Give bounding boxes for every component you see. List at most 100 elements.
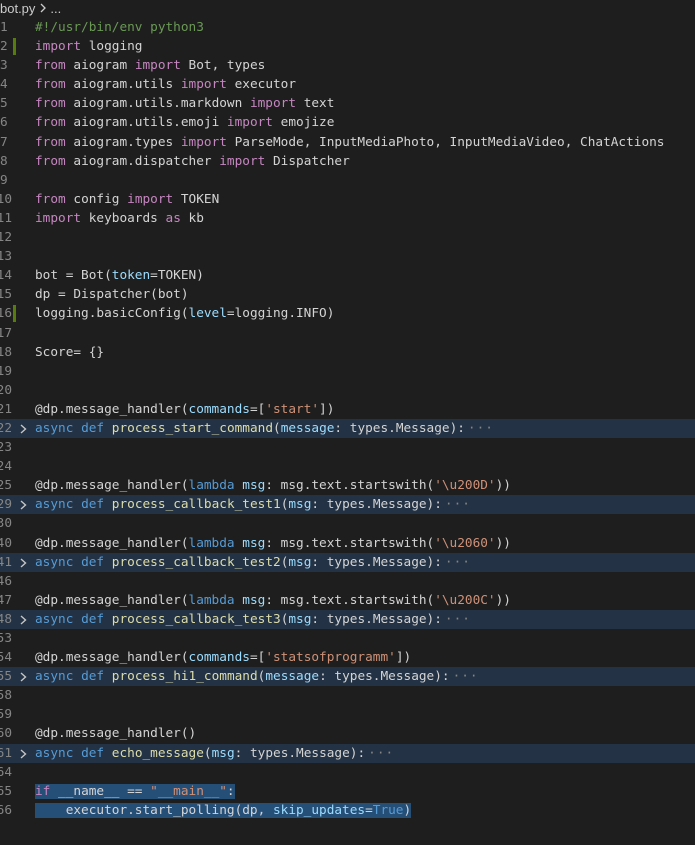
code-text[interactable]: async def process_callback_test1(msg: ty…	[35, 495, 471, 514]
code-line[interactable]: 48 async def process_callback_test3(msg: …	[0, 609, 695, 629]
code-line[interactable]: 60 @dp.message_handler()	[0, 724, 695, 743]
code-line[interactable]: 1 #!/usr/bin/env python3	[0, 18, 695, 37]
code-line[interactable]: 23	[0, 438, 695, 457]
chevron-right-icon[interactable]	[18, 553, 30, 572]
code-text[interactable]: @dp.message_handler(commands=['start'])	[35, 400, 334, 419]
code-line[interactable]: 8 from aiogram.dispatcher import Dispatch…	[0, 152, 695, 171]
code-token: async	[35, 554, 74, 570]
code-text[interactable]: @dp.message_handler(commands=['statsofpr…	[35, 648, 411, 667]
code-text[interactable]: from aiogram.utils import executor	[35, 75, 296, 94]
code-text[interactable]: from aiogram.types import ParseMode, Inp…	[35, 133, 664, 152]
code-text[interactable]: @dp.message_handler(lambda msg: msg.text…	[35, 591, 511, 610]
code-text[interactable]: @dp.message_handler(lambda msg: msg.text…	[35, 534, 511, 553]
code-text[interactable]: bot = Bot(token=TOKEN)	[35, 266, 204, 285]
code-text[interactable]: from config import TOKEN	[35, 190, 219, 209]
code-text[interactable]: from aiogram.dispatcher import Dispatche…	[35, 152, 350, 171]
folded-region-placeholder[interactable]: ···	[468, 421, 494, 436]
code-line[interactable]: 9	[0, 171, 695, 190]
code-line[interactable]: 21 @dp.message_handler(commands=['start']…	[0, 400, 695, 419]
code-line[interactable]: 4 from aiogram.utils import executor	[0, 75, 695, 94]
code-line[interactable]: 22 async def process_start_command(messag…	[0, 418, 695, 439]
code-line[interactable]: 6 from aiogram.utils.emoji import emojize	[0, 113, 695, 132]
modified-line-indicator[interactable]	[13, 38, 16, 56]
code-line[interactable]: 16 logging.basicConfig(level=logging.INFO…	[0, 304, 695, 323]
code-text[interactable]: async def process_callback_test3(msg: ty…	[35, 610, 471, 629]
folded-region-placeholder[interactable]: ···	[445, 612, 471, 627]
chevron-right-icon[interactable]	[18, 495, 30, 514]
chevron-right-icon[interactable]	[18, 744, 30, 763]
code-text[interactable]: from aiogram.utils.emoji import emojize	[35, 113, 334, 132]
code-line[interactable]: 46	[0, 572, 695, 591]
code-line[interactable]: 40 @dp.message_handler(lambda msg: msg.te…	[0, 534, 695, 553]
breadcrumb-more[interactable]: ...	[50, 1, 61, 16]
code-editor[interactable]: 1 #!/usr/bin/env python3 2 import logging 3 f…	[0, 18, 695, 820]
code-line[interactable]: 55 async def process_hi1_command(message:…	[0, 667, 695, 687]
code-token: from	[35, 153, 66, 169]
breadcrumb-file[interactable]: bot.py	[0, 1, 35, 16]
code-line[interactable]: 30	[0, 514, 695, 533]
code-line[interactable]: 14 bot = Bot(token=TOKEN)	[0, 266, 695, 285]
code-line[interactable]: 61 async def echo_message(msg: types.Mess…	[0, 743, 695, 763]
code-token: : msg.text.startswith(	[265, 478, 435, 494]
code-text[interactable]: import logging	[35, 37, 142, 56]
code-line[interactable]: 13	[0, 247, 695, 266]
code-text[interactable]: async def echo_message(msg: types.Messag…	[35, 744, 394, 763]
code-text[interactable]: async def process_hi1_command(message: t…	[35, 667, 479, 686]
selected-text[interactable]: executor.start_polling(dp, skip_updates=…	[35, 802, 412, 818]
chevron-right-icon[interactable]	[18, 419, 30, 438]
code-token: TOKEN	[173, 191, 220, 207]
code-token: commands	[188, 401, 250, 417]
code-line[interactable]: 15 dp = Dispatcher(bot)	[0, 285, 695, 304]
code-line[interactable]: 65 if __name__ == "__main__":	[0, 782, 695, 801]
code-token: emojize	[272, 115, 335, 131]
code-text[interactable]: #!/usr/bin/env python3	[35, 18, 204, 37]
code-line[interactable]: 7 from aiogram.types import ParseMode, In…	[0, 133, 695, 152]
code-text[interactable]: executor.start_polling(dp, skip_updates=…	[35, 801, 412, 820]
code-token: (	[273, 420, 281, 436]
code-text[interactable]: @dp.message_handler()	[35, 724, 196, 743]
code-line[interactable]: 53	[0, 629, 695, 648]
code-text[interactable]: from aiogram import Bot, types	[35, 56, 265, 75]
chevron-right-icon[interactable]	[18, 610, 30, 629]
code-line[interactable]: 11 import keyboards as kb	[0, 209, 695, 228]
code-line[interactable]: 3 from aiogram import Bot, types	[0, 56, 695, 75]
code-line[interactable]: 10 from config import TOKEN	[0, 190, 695, 209]
code-line[interactable]: 17	[0, 324, 695, 343]
code-text[interactable]: logging.basicConfig(level=logging.INFO)	[35, 304, 334, 323]
code-text[interactable]: async def process_start_command(message:…	[35, 419, 494, 438]
code-token: async	[35, 420, 74, 436]
code-line[interactable]: 66 executor.start_polling(dp, skip_updat…	[0, 801, 695, 820]
chevron-right-icon[interactable]	[18, 667, 30, 686]
code-line[interactable]: 58	[0, 686, 695, 705]
code-line[interactable]: 47 @dp.message_handler(lambda msg: msg.te…	[0, 591, 695, 610]
code-line[interactable]: 2 import logging	[0, 37, 695, 56]
code-text[interactable]: dp = Dispatcher(bot)	[35, 285, 189, 304]
code-text[interactable]: import keyboards as kb	[35, 209, 204, 228]
code-line[interactable]: 12	[0, 228, 695, 247]
code-text[interactable]: from aiogram.utils.markdown import text	[35, 94, 334, 113]
folded-region-placeholder[interactable]: ···	[445, 555, 471, 570]
code-token: "__main__"	[150, 783, 227, 799]
code-token: ))	[495, 478, 511, 494]
code-text[interactable]: if __name__ == "__main__":	[35, 782, 235, 801]
code-line[interactable]: 54 @dp.message_handler(commands=['statsof…	[0, 648, 695, 667]
folded-region-placeholder[interactable]: ···	[368, 746, 394, 761]
modified-line-indicator[interactable]	[13, 305, 16, 323]
code-text[interactable]: async def process_callback_test2(msg: ty…	[35, 553, 471, 572]
selected-text[interactable]: if __name__ == "__main__":	[35, 783, 235, 799]
code-line[interactable]: 18 Score= {}	[0, 343, 695, 362]
code-line[interactable]: 19	[0, 362, 695, 381]
code-line[interactable]: 41 async def process_callback_test2(msg: …	[0, 552, 695, 572]
code-text[interactable]: Score= {}	[35, 343, 104, 362]
code-line[interactable]: 5 from aiogram.utils.markdown import text	[0, 94, 695, 113]
code-line[interactable]: 20	[0, 381, 695, 400]
folded-region-placeholder[interactable]: ···	[445, 497, 471, 512]
code-text[interactable]: @dp.message_handler(lambda msg: msg.text…	[35, 476, 511, 495]
code-line[interactable]: 24	[0, 457, 695, 476]
code-line[interactable]: 25 @dp.message_handler(lambda msg: msg.te…	[0, 476, 695, 495]
folded-region-placeholder[interactable]: ···	[453, 669, 479, 684]
code-line[interactable]: 29 async def process_callback_test1(msg: …	[0, 495, 695, 515]
code-line[interactable]: 59	[0, 705, 695, 724]
code-line[interactable]: 64	[0, 763, 695, 782]
